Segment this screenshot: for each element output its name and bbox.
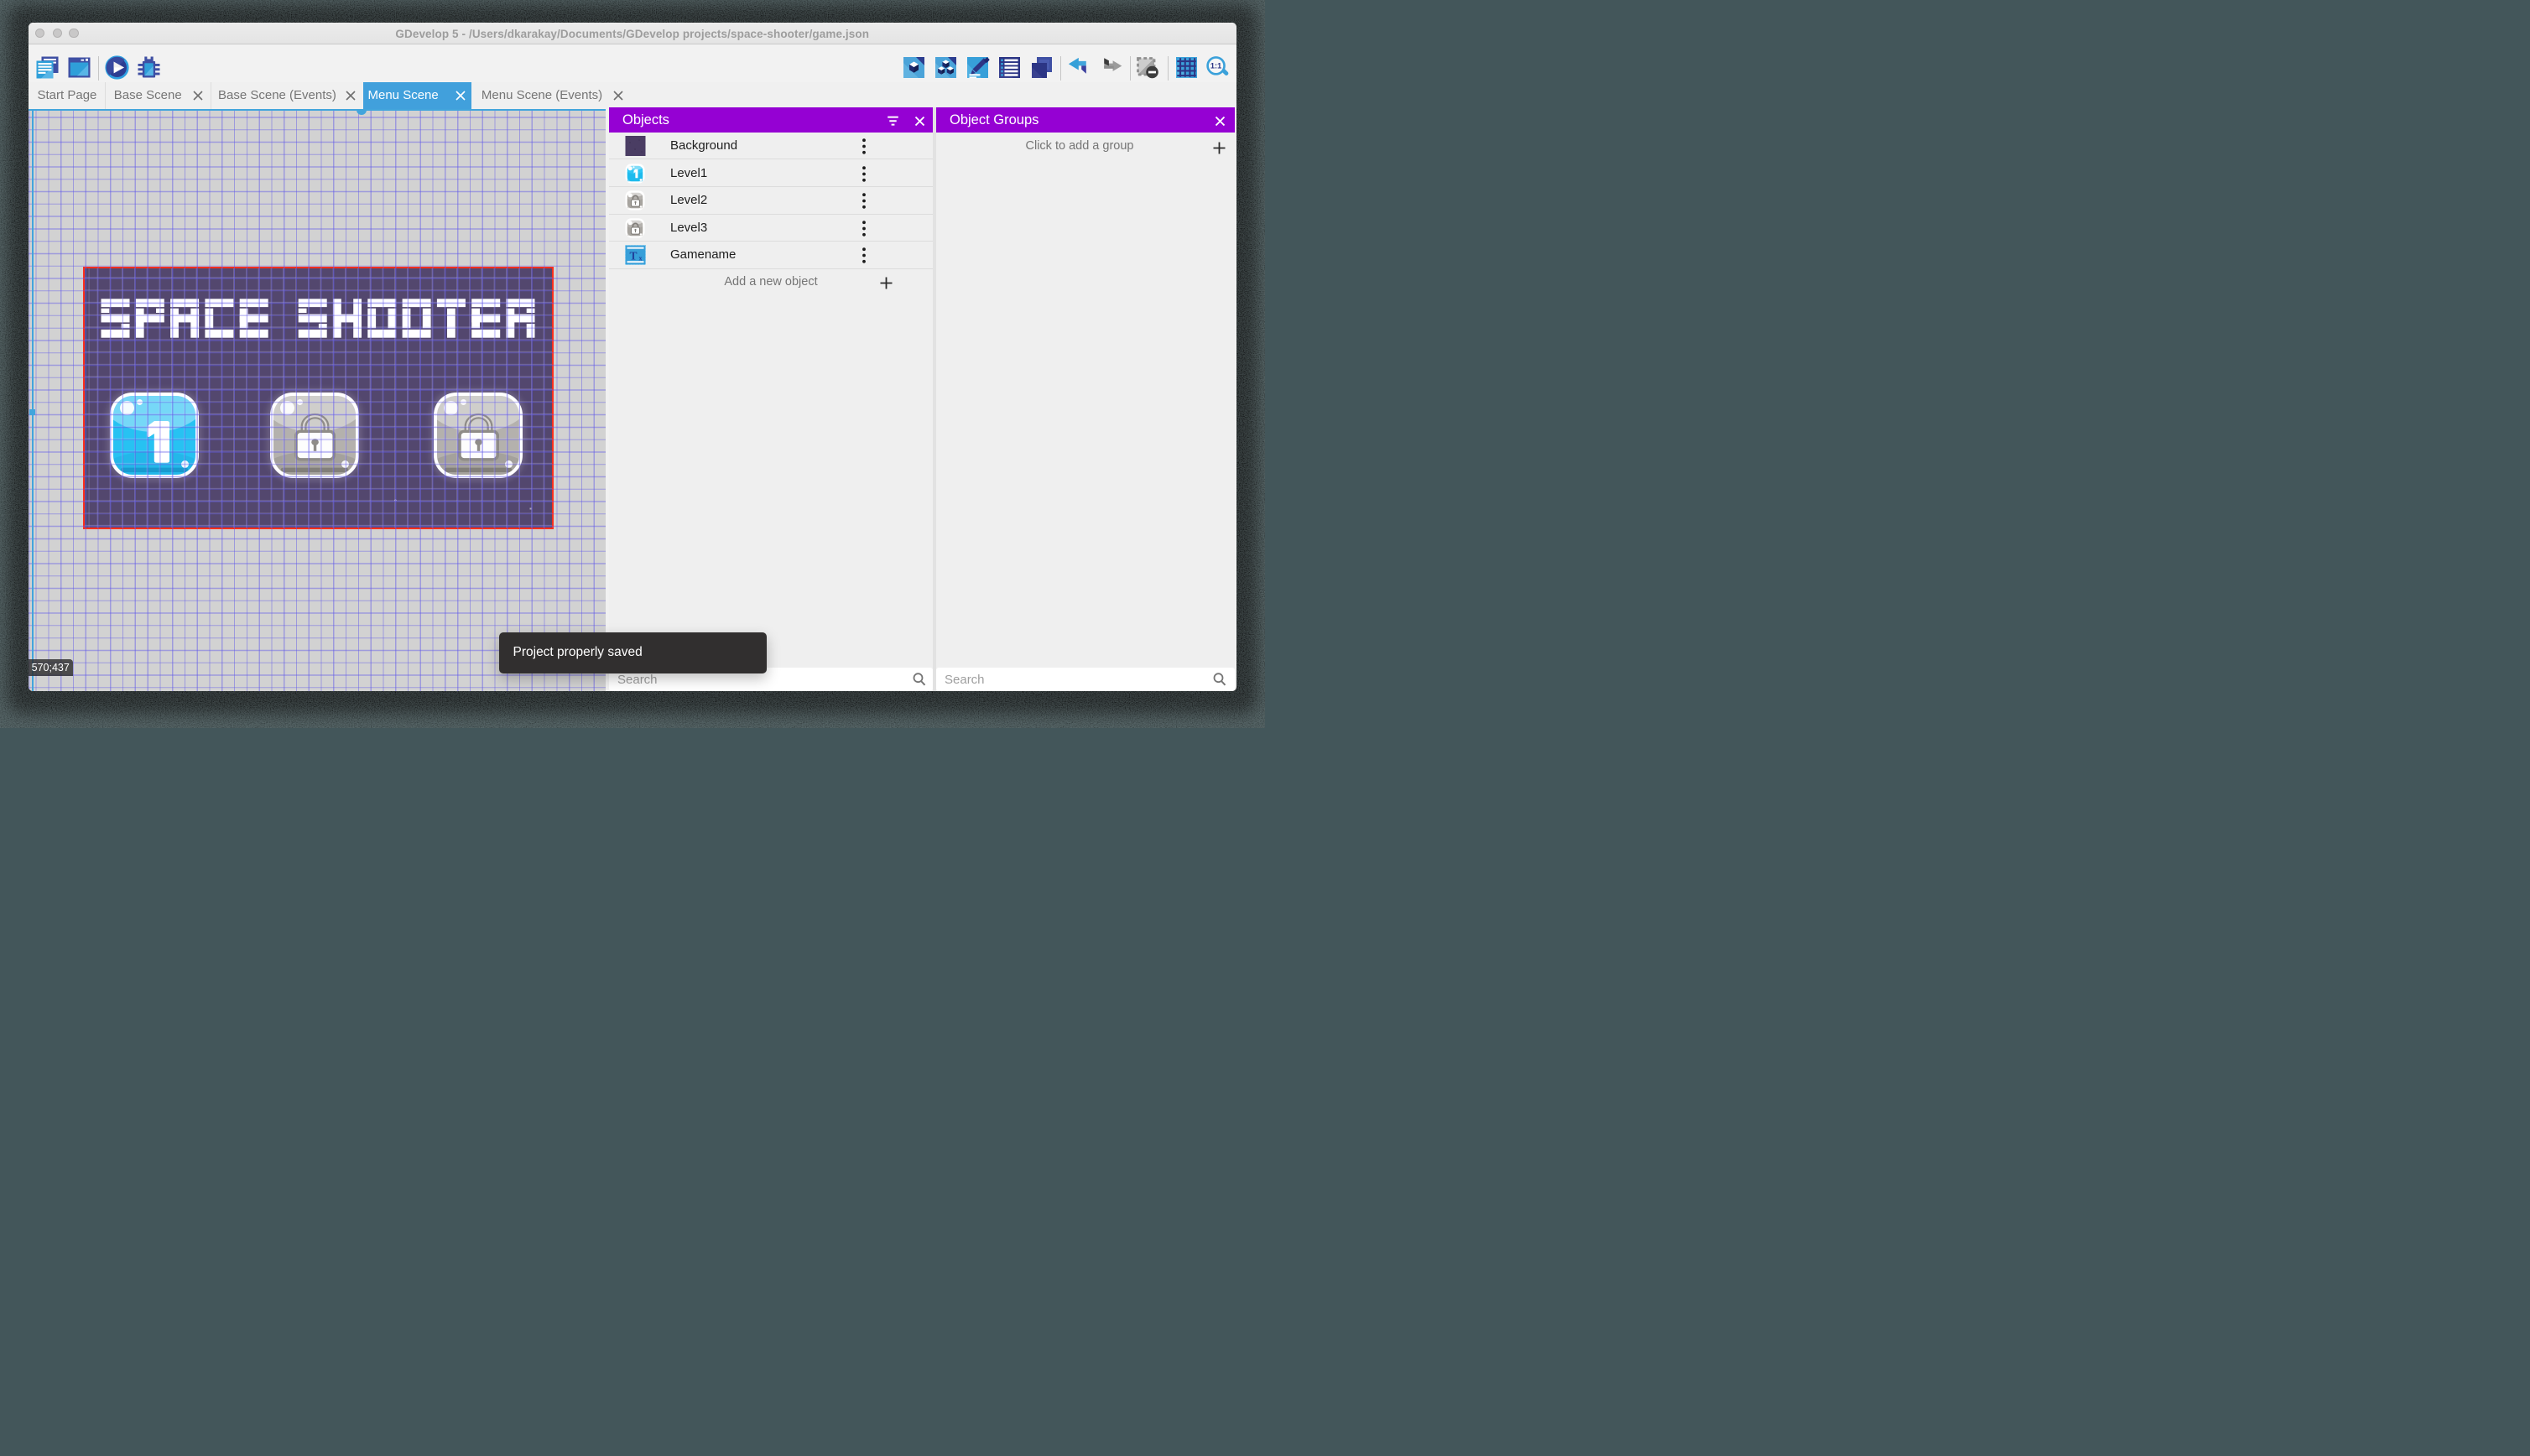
svg-text:x: x [639,255,643,263]
svg-text:T: T [629,250,637,263]
svg-text:1:1: 1:1 [1210,62,1221,70]
